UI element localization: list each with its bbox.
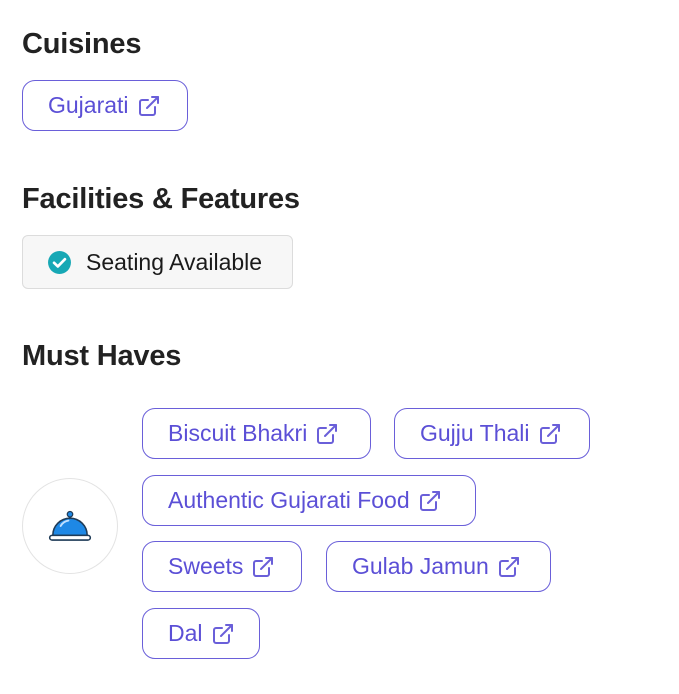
tag-label: Authentic Gujarati Food (168, 487, 410, 513)
external-link-icon (418, 489, 442, 513)
must-have-tag-gulab-jamun[interactable]: Gulab Jamun (326, 541, 551, 592)
cuisine-tag-gujarati[interactable]: Gujarati (22, 80, 188, 131)
must-have-tag-authentic-gujarati-food[interactable]: Authentic Gujarati Food (142, 475, 476, 526)
must-have-tag-dal[interactable]: Dal (142, 608, 260, 659)
facilities-heading: Facilities & Features (22, 183, 300, 215)
external-link-icon (137, 94, 161, 118)
tag-label: Dal (168, 620, 203, 646)
food-cloche-avatar (22, 478, 118, 574)
external-link-icon (251, 555, 275, 579)
must-have-tag-biscuit-bhakri[interactable]: Biscuit Bhakri (142, 408, 371, 459)
must-haves-heading: Must Haves (22, 340, 182, 372)
must-have-tag-gujju-thali[interactable]: Gujju Thali (394, 408, 590, 459)
tag-label: Gulab Jamun (352, 553, 489, 579)
must-have-tag-sweets[interactable]: Sweets (142, 541, 302, 592)
external-link-icon (538, 422, 562, 446)
cuisines-heading: Cuisines (22, 28, 142, 60)
external-link-icon (211, 622, 235, 646)
tag-label: Sweets (168, 553, 244, 579)
food-cloche-icon (45, 501, 95, 551)
external-link-icon (497, 555, 521, 579)
feature-label: Seating Available (86, 248, 263, 275)
tag-label: Gujju Thali (420, 420, 530, 446)
feature-seating-available: Seating Available (22, 235, 293, 289)
tag-label: Gujarati (48, 92, 129, 118)
tag-label: Biscuit Bhakri (168, 420, 308, 446)
check-circle-icon (47, 250, 72, 275)
external-link-icon (315, 422, 339, 446)
